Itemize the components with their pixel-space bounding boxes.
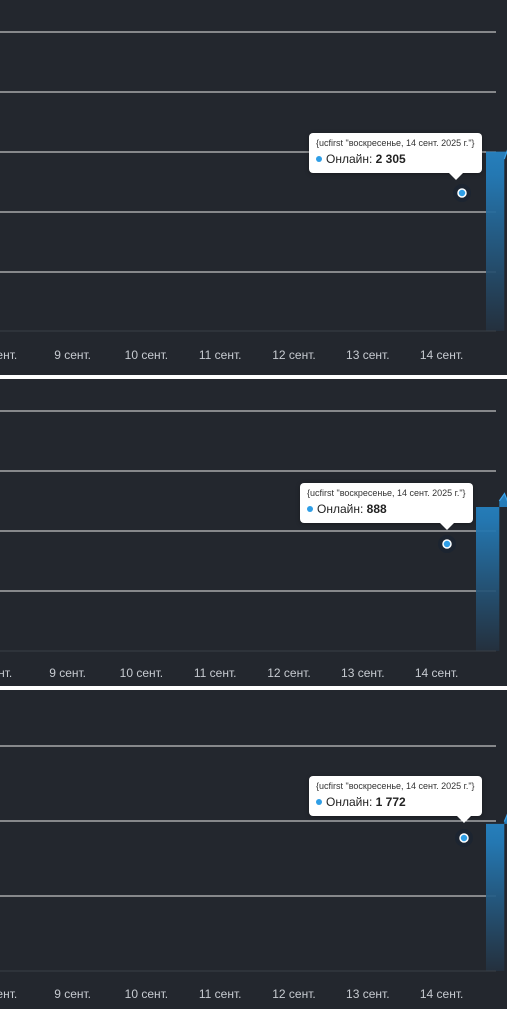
x-tick-label: 14 сент. (415, 666, 458, 680)
x-tick-label: 8 сент. (0, 666, 12, 680)
area-chart-3[interactable]: 8 сент. 9 сент. 10 сент. 11 сент. 12 сент. 13… (0, 690, 507, 1009)
hover-point[interactable] (459, 833, 469, 843)
hover-point[interactable] (442, 539, 452, 549)
x-tick-label: 12 сент. (272, 348, 315, 362)
tooltip-value: 1 772 (375, 795, 406, 809)
tooltip-label: Онлайн: (326, 152, 373, 166)
x-tick-label: 9 сент. (54, 987, 91, 1001)
chart-tooltip-2: {ucfirst "воскресенье, 14 сент. 2025 г."… (300, 483, 473, 530)
tooltip-date: {ucfirst "воскресенье, 14 сент. 2025 г."… (316, 138, 475, 148)
series-dot-icon (316, 156, 322, 162)
series-area (486, 815, 507, 971)
area-chart-1[interactable]: 8 сент. 9 сент. 10 сент. 11 сент. 12 сент. 13… (0, 0, 507, 375)
x-tick-label: 9 сент. (54, 348, 91, 362)
hover-point[interactable] (457, 188, 467, 198)
x-tick-label: 12 сент. (272, 987, 315, 1001)
series-area (476, 493, 507, 651)
x-tick-label: 11 сент. (199, 348, 242, 362)
chart-tooltip-3: {ucfirst "воскресенье, 14 сент. 2025 г."… (309, 776, 482, 823)
x-tick-label: 13 сент. (346, 348, 389, 362)
x-tick-label: 10 сент. (125, 348, 168, 362)
tooltip-label: Онлайн: (317, 502, 364, 516)
x-tick-label: 14 сент. (420, 987, 463, 1001)
x-tick-label: 13 сент. (341, 666, 384, 680)
x-tick-label: 12 сент. (267, 666, 310, 680)
tooltip-date: {ucfirst "воскресенье, 14 сент. 2025 г."… (316, 781, 475, 791)
x-tick-label: 11 сент. (194, 666, 237, 680)
x-tick-label: 14 сент. (420, 348, 463, 362)
series-line (498, 492, 507, 502)
chart-panel-3: 8 сент. 9 сент. 10 сент. 11 сент. 12 сент. 13… (0, 690, 507, 1009)
tooltip-label: Онлайн: (326, 795, 373, 809)
tooltip-value: 2 305 (375, 152, 406, 166)
series-dot-icon (316, 799, 322, 805)
chart-tooltip-1: {ucfirst "воскресенье, 14 сент. 2025 г."… (309, 133, 482, 180)
chart-panel-1: 8 сент. 9 сент. 10 сент. 11 сент. 12 сент. 13… (0, 0, 507, 375)
series-area (486, 151, 507, 331)
series-dot-icon (307, 506, 313, 512)
x-tick-label: 11 сент. (199, 987, 242, 1001)
tooltip-value: 888 (366, 502, 387, 516)
x-tick-label: 10 сент. (120, 666, 163, 680)
chart-panel-2: 8 сент. 9 сент. 10 сент. 11 сент. 12 сент. 13… (0, 379, 507, 686)
x-tick-label: 8 сент. (0, 987, 17, 1001)
x-tick-label: 8 сент. (0, 348, 17, 362)
tooltip-date: {ucfirst "воскресенье, 14 сент. 2025 г."… (307, 488, 466, 498)
x-tick-label: 13 сент. (346, 987, 389, 1001)
x-tick-label: 10 сент. (125, 987, 168, 1001)
x-tick-label: 9 сент. (49, 666, 86, 680)
area-chart-2[interactable]: 8 сент. 9 сент. 10 сент. 11 сент. 12 сент. 13… (0, 379, 507, 686)
